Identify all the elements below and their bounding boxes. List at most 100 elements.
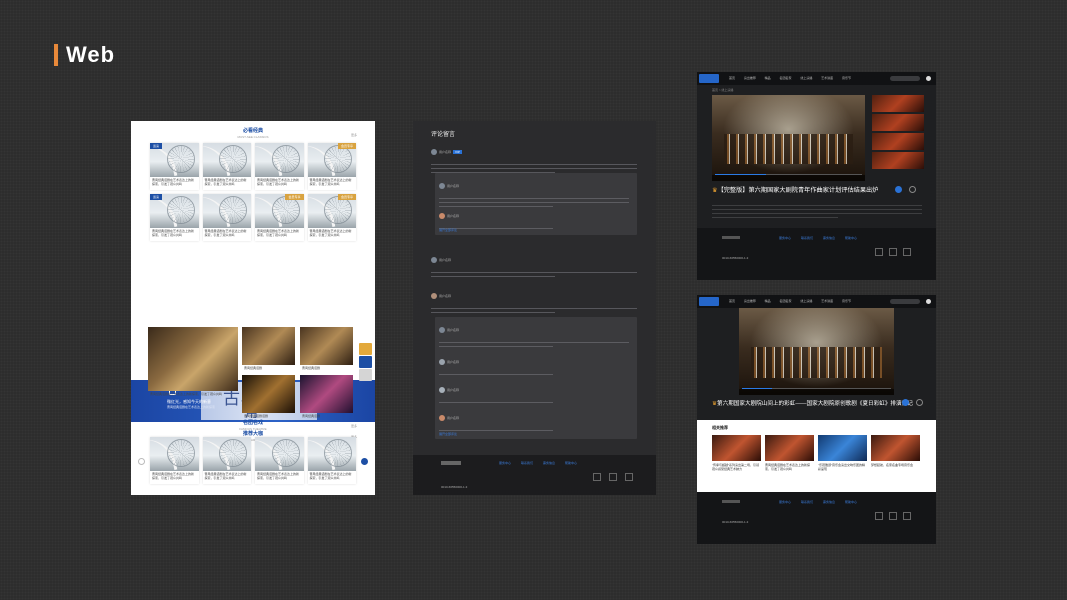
- playlist-thumb[interactable]: [872, 114, 924, 131]
- footer-col-title[interactable]: 联系我们: [801, 236, 813, 240]
- nav-items[interactable]: 首页 演出推荐 精品 名团名家 线上演播 艺术讲座 音乐节: [729, 299, 851, 303]
- footer-col-title[interactable]: 服务中心: [779, 236, 791, 240]
- program-card[interactable]: 曹禺经典话剧在艺术表达上的新探索，引发了观众共鸣: [307, 437, 356, 484]
- card-tag: 会员专享: [285, 194, 304, 200]
- program-card[interactable]: 巡演 曹禺经典话剧在艺术表达上的新探索，引发了观众共鸣: [150, 143, 199, 190]
- featured-stage-card[interactable]: 曹禺经典话剧在艺术表达上的新探索，引发了观众共鸣: [148, 327, 238, 397]
- avatar[interactable]: [439, 386, 445, 393]
- video-player[interactable]: [712, 95, 865, 181]
- avatar[interactable]: [431, 148, 437, 155]
- program-card[interactable]: 曹禺经典话剧在艺术表达上的新探索，引发了观众共鸣: [202, 143, 251, 190]
- follow-icon[interactable]: [902, 399, 909, 406]
- next-arrow-icon[interactable]: [361, 458, 368, 465]
- expand-replies-link[interactable]: 展开全部评论: [439, 432, 457, 436]
- related-card[interactable]: 梦想起航，名家名曲专场音乐会: [871, 435, 920, 471]
- share-icon[interactable]: [909, 186, 916, 193]
- user-icon[interactable]: [926, 299, 931, 304]
- more-link[interactable]: 更多: [351, 424, 357, 428]
- classics-grid: 巡演 曹禺经典话剧在艺术表达上的新探索，引发了观众共鸣 曹禺经典话剧在艺术表达上的…: [150, 143, 356, 241]
- username: 用户名称: [447, 415, 460, 420]
- site-footer: 0010-66550000-1-3 服务中心 联系我们 票务信息 帮助中心: [413, 455, 656, 495]
- avatar[interactable]: [439, 414, 445, 421]
- phone-icon[interactable]: [359, 356, 372, 368]
- related-card[interactable]: “传承与超越”系列演出第二场，引领观众感受经典艺术魅力: [712, 435, 761, 471]
- playlist-thumb[interactable]: [872, 133, 924, 150]
- card-thumbnail: [202, 437, 251, 471]
- player-controls[interactable]: [739, 389, 894, 395]
- ferris-wheel-image: [219, 439, 247, 467]
- program-card[interactable]: 会员专享 曹禺经典话剧在艺术表达上的新探索，引发了观众共鸣: [307, 143, 356, 190]
- card-title: 曹禺经典话剧在艺术表达上的新探索，引发了观众共鸣: [309, 472, 352, 480]
- ferris-wheel-image: [166, 145, 195, 173]
- prev-arrow-icon[interactable]: [138, 458, 145, 465]
- ferris-wheel-image: [219, 145, 247, 173]
- avatar[interactable]: [439, 182, 445, 189]
- stage-card[interactable]: 曹禺经典话剧: [242, 327, 295, 371]
- avatar[interactable]: [439, 212, 445, 219]
- playlist-thumb[interactable]: [872, 95, 924, 112]
- footer-col-title[interactable]: 帮助中心: [565, 461, 577, 465]
- footer-col-title[interactable]: 联系我们: [801, 500, 813, 504]
- reply-text-line: [439, 346, 553, 347]
- user-icon[interactable]: [926, 76, 931, 81]
- playlist-thumb[interactable]: [872, 152, 924, 169]
- related-card[interactable]: 曹禺经典话剧在艺术表达上的新探索，引发了观众共鸣: [765, 435, 814, 471]
- stage-caption: 曹禺经典话剧在艺术表达上的新探索，引发了观众共鸣: [150, 392, 223, 396]
- username: 用户名称: [447, 359, 460, 364]
- share-icon[interactable]: [916, 399, 923, 406]
- footer-col-title[interactable]: 票务信息: [543, 461, 555, 465]
- username: 用户名称: [447, 213, 460, 218]
- orchestra-frame: [739, 308, 894, 395]
- program-card[interactable]: 会员专享 曹禺经典话剧在艺术表达上的新探索，引发了观众共鸣: [255, 194, 304, 241]
- stage-card[interactable]: 曹禺经典话剧: [300, 375, 353, 419]
- comment-text-line: [431, 308, 637, 309]
- footer-col-title[interactable]: 票务信息: [823, 500, 835, 504]
- program-card[interactable]: 曹禺经典话剧在艺术表达上的新探索，引发了观众共鸣: [202, 194, 251, 241]
- card-title: 曹禺经典话剧在艺术表达上的新探索，引发了观众共鸣: [309, 178, 352, 186]
- stage-card[interactable]: 曹禺经典话剧话剧: [242, 375, 295, 419]
- footer-col-title[interactable]: 帮助中心: [845, 236, 857, 240]
- player-controls[interactable]: [712, 175, 865, 181]
- ferris-wheel-image: [219, 196, 247, 224]
- breadcrumb[interactable]: 首页 > 线上演播: [712, 88, 733, 92]
- expand-replies-link[interactable]: 展开全部评论: [439, 228, 457, 232]
- card-thumbnail: [150, 437, 199, 471]
- footer-col-title[interactable]: 服务中心: [499, 461, 511, 465]
- related-list: “传承与超越”系列演出第二场，引领观众感受经典艺术魅力 曹禺经典话剧在艺术表达上…: [712, 435, 920, 471]
- footer-col-title[interactable]: 服务中心: [779, 500, 791, 504]
- follow-icon[interactable]: [895, 186, 902, 193]
- card-title: 曹禺经典话剧在艺术表达上的新探索，引发了观众共鸣: [257, 472, 300, 480]
- search-input[interactable]: [890, 299, 920, 304]
- white-page-mockup: 必看经典 MUST-SEE CLASSICS 更多 巡演 曹禺经典话剧在艺术表达上…: [131, 121, 375, 495]
- program-card[interactable]: 曹禺经典话剧在艺术表达上的新探索，引发了观众共鸣: [202, 437, 251, 484]
- related-card[interactable]: “乐观雅颂”音乐会演出交响乐团的精彩呈现: [818, 435, 867, 471]
- site-logo[interactable]: [699, 297, 719, 306]
- orchestra-frame: [712, 95, 865, 181]
- avatar[interactable]: [431, 256, 437, 263]
- footer-col-title[interactable]: 帮助中心: [845, 500, 857, 504]
- more-link[interactable]: 更多: [351, 133, 357, 137]
- nav-items[interactable]: 首页 演出推荐 精品 名团名家 线上演播 艺术讲座 音乐节: [729, 76, 851, 80]
- heading-text: Web: [66, 42, 116, 67]
- search-input[interactable]: [890, 76, 920, 81]
- program-card[interactable]: 会员专享 曹禺经典话剧在艺术表达上的新探索，引发了观众共鸣: [307, 194, 356, 241]
- avatar[interactable]: [439, 358, 445, 365]
- footer-col-title[interactable]: 联系我们: [521, 461, 533, 465]
- vip-icon[interactable]: [359, 343, 372, 355]
- reply-thread: 用户名称 用户名称 用户名称 用户名称 展开全部评论: [435, 317, 637, 439]
- avatar[interactable]: [431, 292, 437, 299]
- program-card[interactable]: 曹禺经典话剧在艺术表达上的新探索，引发了观众共鸣: [255, 143, 304, 190]
- program-card[interactable]: 巡演 曹禺经典话剧在艺术表达上的新探索，引发了观众共鸣: [150, 194, 199, 241]
- qr-code-icon: [875, 248, 883, 256]
- video-player[interactable]: [739, 308, 894, 395]
- site-logo[interactable]: [699, 74, 719, 83]
- program-card[interactable]: 曹禺经典话剧在艺术表达上的新探索，引发了观众共鸣: [255, 437, 304, 484]
- program-card[interactable]: 曹禺经典话剧在艺术表达上的新探索，引发了观众共鸣: [150, 437, 199, 484]
- site-footer: 0010-66550000-1-3 服务中心 联系我们 票务信息 帮助中心: [697, 228, 936, 280]
- qr-code-icon: [903, 248, 911, 256]
- section-header-theatre: 名团名戏 FAMOUS THEATRE: [131, 419, 375, 431]
- back-to-top-icon[interactable]: [359, 369, 372, 381]
- stage-card[interactable]: 曹禺经典话剧: [300, 327, 353, 371]
- footer-col-title[interactable]: 票务信息: [823, 236, 835, 240]
- avatar[interactable]: [439, 326, 445, 333]
